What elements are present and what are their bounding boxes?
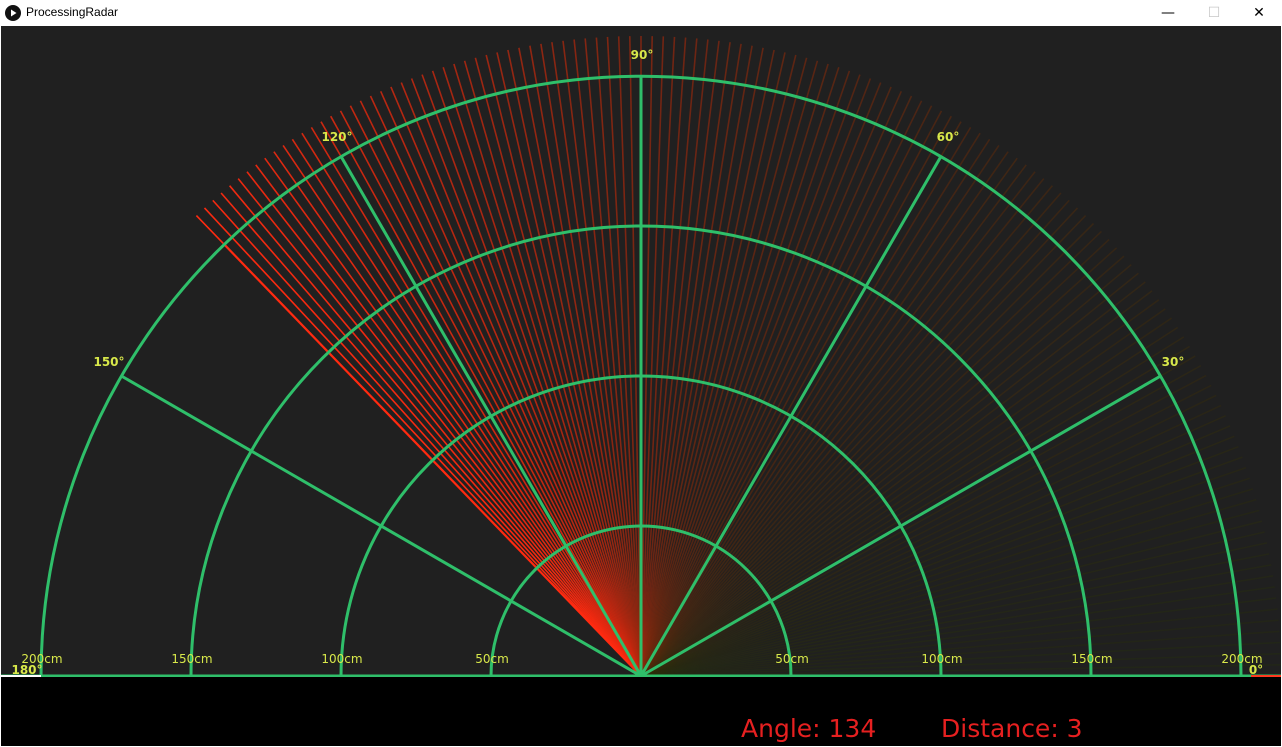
- readout-bar: [1, 677, 1281, 746]
- range-label-right-50cm: 50cm: [775, 652, 809, 666]
- minimize-icon: —: [1161, 5, 1175, 21]
- window-title: ProcessingRadar: [26, 5, 119, 19]
- range-label-right-200cm: 200cm: [1221, 652, 1262, 666]
- minimize-button[interactable]: —: [1145, 0, 1191, 26]
- range-label-left-50cm: 50cm: [475, 652, 509, 666]
- sweep-trail-line: [203, 207, 642, 677]
- range-label-left-100cm: 100cm: [321, 652, 362, 666]
- processing-app-icon: [5, 5, 21, 21]
- maximize-icon: ☐: [1207, 5, 1221, 21]
- range-label-left-200cm: 200cm: [21, 652, 62, 666]
- angle-readout: Angle: 134: [741, 714, 877, 743]
- range-label-left-150cm: 150cm: [171, 652, 212, 666]
- sweep-trail-line: [246, 171, 642, 677]
- range-label-right-150cm: 150cm: [1071, 652, 1112, 666]
- radar-display: 0°30°60°90°120°150°180°200cm 150cm 100cm 50…: [1, 36, 1281, 678]
- title-bar[interactable]: ProcessingRadar — ☐ ✕: [0, 0, 1282, 26]
- angle-label-120: 120°: [321, 130, 352, 144]
- maximize-button[interactable]: ☐: [1191, 0, 1237, 26]
- angle-label-30: 30°: [1162, 355, 1185, 369]
- sweep-trail-line: [264, 157, 642, 677]
- close-button[interactable]: ✕: [1236, 0, 1282, 26]
- radar-canvas: 0° 30° 60° 90° 120° 150° 180° 200cm 150cm 100cm 50…: [1, 26, 1281, 746]
- processing-window: ProcessingRadar — ☐ ✕ 0° 30° 60° 90° 120° 150…: [0, 0, 1282, 747]
- angle-label-60: 60°: [937, 130, 960, 144]
- range-label-right-100cm: 100cm: [921, 652, 962, 666]
- sweep-trail-line: [237, 178, 642, 677]
- angle-label-90: 90°: [631, 48, 654, 62]
- angle-label-150: 150°: [93, 355, 124, 369]
- sweep-trail-line: [282, 144, 642, 677]
- distance-readout: Distance: 3: [941, 714, 1083, 743]
- close-icon: ✕: [1253, 5, 1265, 21]
